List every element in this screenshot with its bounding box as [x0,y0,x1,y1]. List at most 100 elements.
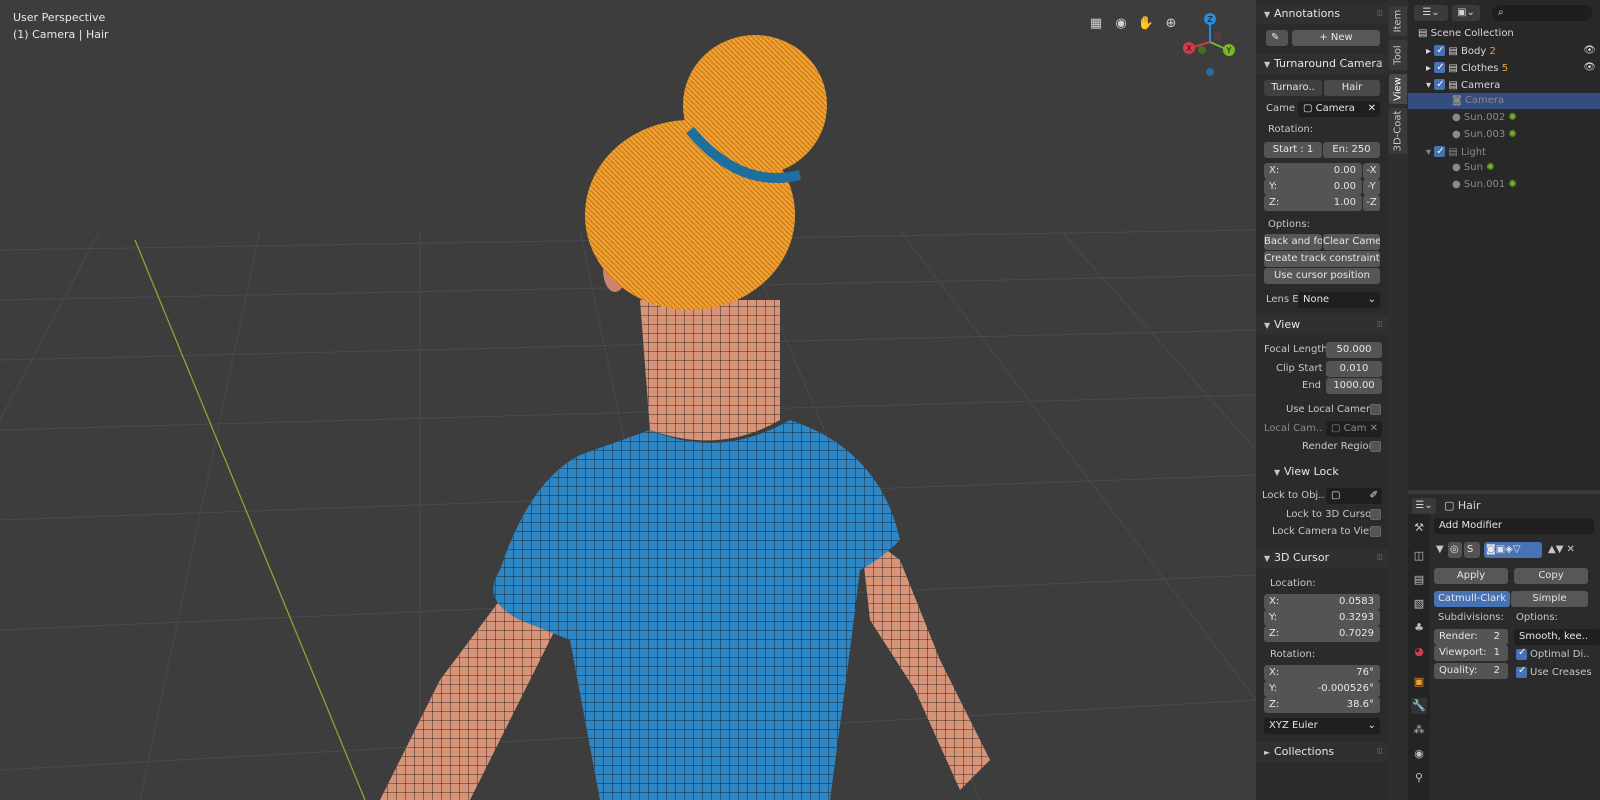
y-axis-line [134,239,366,800]
rot-x-field[interactable]: X: 0.00 [1264,163,1362,179]
view-lock-header[interactable]: ▼ View Lock [1256,462,1388,482]
modifier-name-field[interactable]: S [1464,542,1480,558]
annotations-header[interactable]: ▼ Annotations ⁞⁞⁞ [1256,4,1388,24]
viewport-levels-field[interactable]: Viewport: 1 [1434,645,1508,661]
view-header[interactable]: ▼ View ⁞⁞⁞ [1256,315,1388,335]
scene-collection-row[interactable]: ▤ Scene Collection [1408,26,1600,42]
rotation-mode-select[interactable]: XYZ Euler ⌄ [1264,718,1380,734]
outliner-row-sun[interactable]: ● Sun ✺ [1408,160,1600,176]
outliner-row-camera-object[interactable]: ◙ Camera [1408,93,1600,109]
modifier-tab-icon[interactable]: 🔧 [1411,698,1427,714]
rot-neg-z-button[interactable]: -Z [1363,195,1380,211]
display-mode-icon[interactable]: ▣⌄ [1452,5,1480,21]
tab-hair[interactable]: Hair [1324,80,1380,96]
cursor-rot-x-field[interactable]: X: 76° [1264,665,1380,681]
modifier-visibility-toggles[interactable]: ◙▣◈▽ [1484,542,1542,558]
rot-z-field[interactable]: Z: 1.00 [1264,195,1362,211]
rot-y-field[interactable]: Y: 0.00 [1264,179,1362,195]
rot-neg-y-button[interactable]: -Y [1363,179,1380,195]
clip-end-field[interactable]: 1000.00 [1326,378,1382,394]
uv-smooth-select[interactable]: Smooth, kee.. [1514,629,1600,645]
particles-tab-icon[interactable]: ⁂ [1411,722,1427,738]
end-field[interactable]: En: 250 [1323,142,1380,158]
axis-gizmo[interactable]: Z Y X [1180,10,1240,80]
tab-turnaround[interactable]: Turnaro.. [1264,80,1322,96]
apply-button[interactable]: Apply [1434,568,1508,584]
lens-select[interactable]: None ⌄ [1298,292,1380,308]
outliner-row-body[interactable]: ▸ ▤ Body 2👁 [1408,43,1600,59]
lock-camera-checkbox[interactable] [1370,526,1381,537]
gizmo-z-label: Z [1207,15,1213,24]
outliner-row-sun-003[interactable]: ● Sun.003 ✺ [1408,127,1600,143]
create-track-button[interactable]: Create track constraint [1264,251,1380,267]
clear-camera-button[interactable]: Clear Camera [1323,234,1380,250]
quality-field[interactable]: Quality: 2 [1434,663,1508,679]
camera-field[interactable]: ▢ Camera ✕ [1298,101,1380,117]
search-icon[interactable]: ⌕ [1492,5,1592,21]
outliner-row-sun-001[interactable]: ● Sun.001 ✺ [1408,177,1600,193]
focal-field[interactable]: 50.000 [1326,342,1382,358]
rot-neg-x-button[interactable]: -X [1363,163,1380,179]
annotation-new-button[interactable]: + New [1292,30,1380,46]
properties-editor: ☰⌄ ▢ Hair Add Modifier ▼ ◎ S ◙▣◈▽ ▲▼ ✕ A… [1408,494,1600,800]
use-cursor-button[interactable]: Use cursor position [1264,268,1380,284]
lock-obj-field[interactable]: ▢ ✐ [1326,488,1382,504]
cursor-rot-y-field[interactable]: Y: -0.000526° [1264,681,1380,697]
tab-3d-coat[interactable]: 3D-Coat [1389,108,1407,154]
scene-tab-icon[interactable]: ♣ [1411,620,1427,636]
collections-header[interactable]: ► Collections ⁞⁞⁞ [1256,742,1388,762]
cursor-loc-y-field[interactable]: Y: 0.3293 [1264,610,1380,626]
optimal-display-checkbox[interactable] [1516,647,1527,660]
physics-tab-icon[interactable]: ◉ [1411,746,1427,762]
lock-camera-label: Lock Camera to View [1272,526,1378,537]
clip-start-label: Clip Start [1276,363,1323,374]
hand-pan-icon[interactable]: ✋ [1135,13,1157,35]
render-levels-field[interactable]: Render: 2 [1434,629,1508,645]
tab-view[interactable]: View [1389,74,1407,104]
local-cam-field[interactable]: ▢ Cam ✕ [1326,421,1382,437]
world-tab-icon[interactable]: ◕ [1411,644,1427,660]
view-layer-tab-icon[interactable]: ▧ [1411,596,1427,612]
use-creases-checkbox[interactable] [1516,665,1527,678]
cursor-loc-z-field[interactable]: Z: 0.7029 [1264,626,1380,642]
3d-viewport[interactable]: User Perspective (1) Camera | Hair ▦ ◉ ✋… [0,0,1256,800]
tab-item[interactable]: Item [1389,6,1407,36]
cursor-rot-z-field[interactable]: Z: 38.6° [1264,697,1380,713]
lock-3d-cursor-checkbox[interactable] [1370,509,1381,520]
start-field[interactable]: Start : 1 [1264,142,1322,158]
tool-tab-icon[interactable]: ⚒ [1411,520,1427,536]
zoom-icon[interactable]: ⊕ [1160,13,1182,35]
modifier-collapse-icon[interactable]: ▼ [1436,544,1444,555]
copy-button[interactable]: Copy [1514,568,1588,584]
add-modifier-select[interactable]: Add Modifier [1434,518,1594,534]
turnaround-header[interactable]: ▼ Turnaround Camera ⁞⁞⁞ [1256,54,1388,74]
catmull-clark-button[interactable]: Catmull-Clark [1434,591,1510,607]
editor-type-icon[interactable]: ☰⌄ [1414,5,1448,21]
outliner-row-camera-collection[interactable]: ▾ ▤ Camera [1408,77,1600,93]
render-tab-icon[interactable]: ◫ [1411,548,1427,564]
output-tab-icon[interactable]: ▤ [1411,572,1427,588]
outliner-row-light-collection[interactable]: ▾ ▤ Light [1408,144,1600,160]
grid-icon[interactable]: ▦ [1085,13,1107,35]
properties-tabs: ⚒ ◫ ▤ ▧ ♣ ◕ ▣ 🔧 ⁂ ◉ ⚲ [1408,514,1430,800]
back-forth-button[interactable]: Back and fo.. [1264,234,1322,250]
scene-canvas[interactable] [0,0,1256,800]
subdivisions-label: Subdivisions: [1438,612,1504,623]
cursor-loc-x-field[interactable]: X: 0.0583 [1264,594,1380,610]
outliner-row-clothes[interactable]: ▸ ▤ Clothes 5👁 [1408,60,1600,76]
camera-icon: ◙ [1452,95,1462,106]
constraints-tab-icon[interactable]: ⚲ [1411,770,1427,786]
cursor-header[interactable]: ▼ 3D Cursor ⁞⁞⁞ [1256,548,1388,568]
outliner-row-sun-002[interactable]: ● Sun.002 ✺ [1408,110,1600,126]
properties-type-icon[interactable]: ☰⌄ [1412,498,1436,514]
annotation-tool-icon[interactable]: ✎ [1266,30,1288,46]
simple-button[interactable]: Simple [1511,591,1588,607]
move-up-down-icon[interactable]: ▲▼ ✕ [1548,544,1575,555]
render-region-checkbox[interactable] [1370,441,1381,452]
use-creases-label: Use Creases [1530,667,1592,678]
object-tab-icon[interactable]: ▣ [1411,674,1427,690]
camera-view-icon[interactable]: ◉ [1110,13,1132,35]
use-local-camera-checkbox[interactable] [1370,404,1381,415]
clip-start-field[interactable]: 0.010 [1326,361,1382,377]
tab-tool[interactable]: Tool [1389,40,1407,70]
